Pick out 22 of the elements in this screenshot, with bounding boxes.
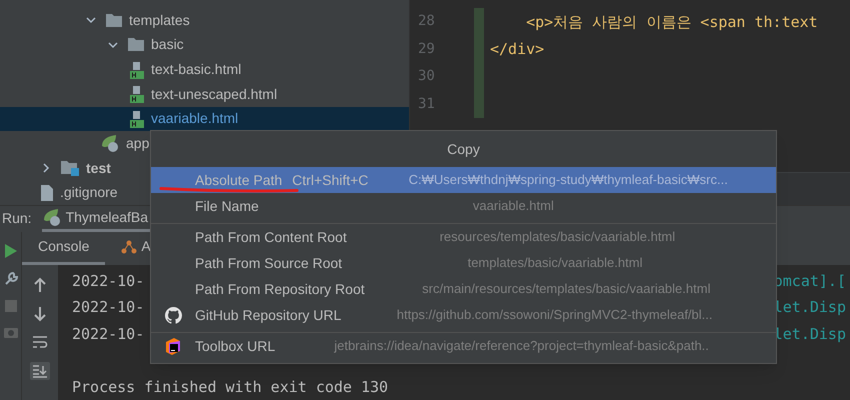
run-label: Run:	[2, 209, 32, 228]
tree-label: vaariable.html	[151, 109, 238, 128]
console-line: let.Disp	[774, 324, 846, 344]
line-number: 31	[418, 94, 435, 114]
tree-label: test	[86, 158, 111, 178]
tree-label: app	[126, 134, 150, 153]
tree-label: basic	[151, 35, 184, 54]
line-number: 30	[418, 67, 435, 86]
console-line: Process finished with exit code 130	[72, 376, 388, 398]
console-line: 2022-10-	[72, 297, 144, 318]
console-line: 2022-10-	[72, 270, 144, 292]
popup-title: Copy	[447, 140, 480, 159]
tree-label: text-basic.html	[151, 60, 242, 80]
tree-label: .gitignore	[60, 183, 118, 202]
console-line: let.Disp	[774, 297, 846, 318]
code-line: <p>처음 사람의 이름은 <span th:text	[525, 12, 818, 32]
tree-label: templates	[129, 10, 190, 30]
line-number: 29	[418, 40, 435, 59]
tree-label: text-unescaped.html	[151, 84, 278, 104]
line-number: 28	[418, 12, 435, 32]
code-line: </div>	[490, 39, 544, 60]
console-line: 2022-10-	[72, 324, 144, 344]
